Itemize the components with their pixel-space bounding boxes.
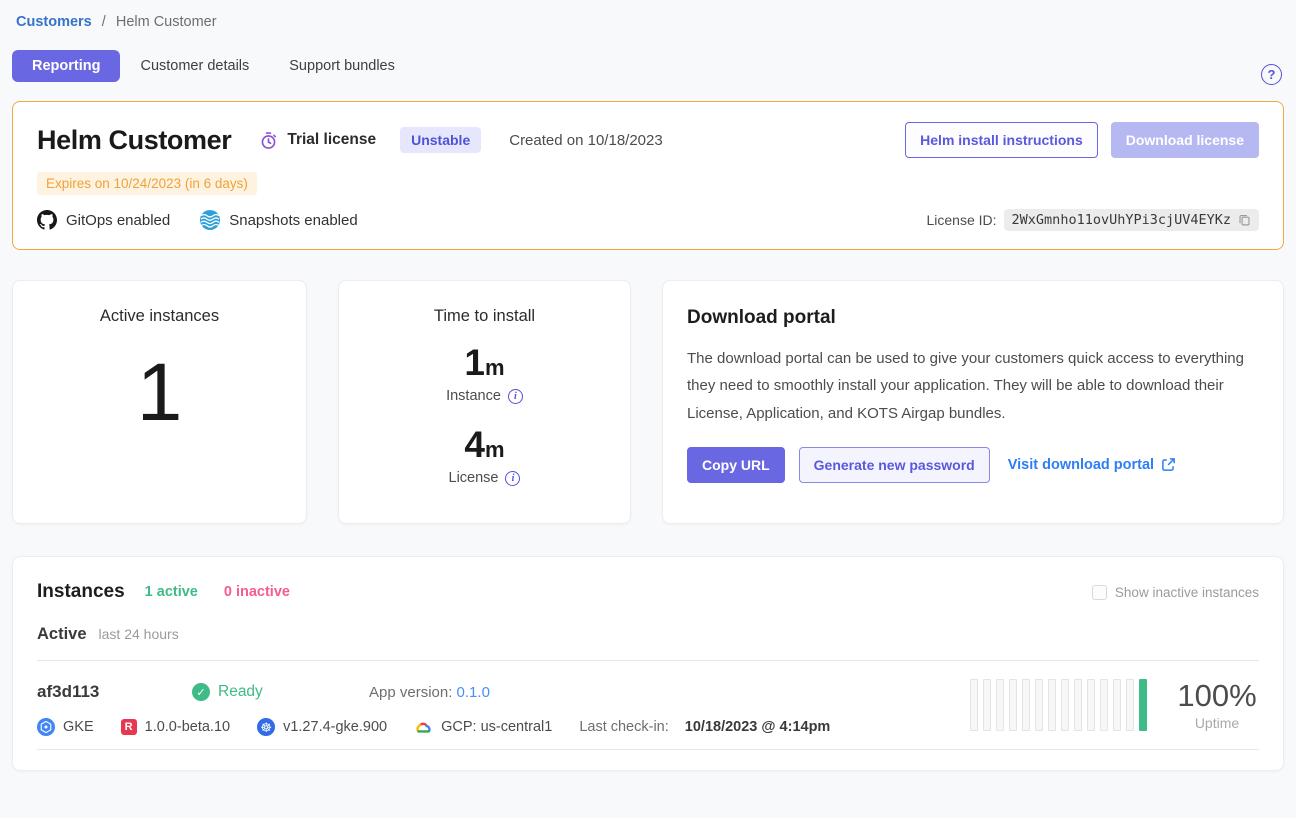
uptime-bar [1126,679,1134,731]
gcp-icon [414,720,433,735]
active-instances-title: Active instances [13,307,306,326]
breadcrumb-current: Helm Customer [116,14,217,30]
copy-icon[interactable] [1238,213,1251,227]
gitops-label: GitOps enabled [66,212,170,229]
time-to-install-card: Time to install 1m Instance i 4m License… [338,280,631,524]
uptime-bar [983,679,991,731]
uptime-bar [970,679,978,731]
snapshots-label: Snapshots enabled [229,212,357,229]
download-portal-card: Download portal The download portal can … [662,280,1284,524]
instance-id: af3d113 [37,682,192,702]
uptime-bar [1035,679,1043,731]
active-instances-card: Active instances 1 [12,280,307,524]
uptime-bar [1139,679,1147,731]
expires-badge: Expires on 10/24/2023 (in 6 days) [37,172,257,195]
trial-timer-icon [259,131,278,150]
instances-title: Instances [37,581,125,603]
kubernetes-version: ☸ v1.27.4-gke.900 [257,718,387,736]
kubernetes-icon: ☸ [257,718,275,736]
inactive-count: 0 inactive [224,584,290,600]
download-portal-description: The download portal can be used to give … [687,345,1259,427]
app-version-link[interactable]: 0.1.0 [457,684,490,701]
license-install-label: License [449,470,499,486]
uptime-chart [970,679,1147,731]
active-instances-value: 1 [13,352,306,434]
uptime-label: Uptime [1175,715,1259,731]
active-count: 1 active [145,584,198,600]
visit-download-portal-link[interactable]: Visit download portal [1008,457,1176,473]
replicated-icon: R [121,719,137,735]
uptime-bar [1061,679,1069,731]
uptime-bar [996,679,1004,731]
breadcrumb-customers-link[interactable]: Customers [16,14,92,30]
gitops-feature: GitOps enabled [37,210,170,230]
active-section-sublabel: last 24 hours [99,626,179,642]
status-label: Ready [218,683,263,701]
active-section-label: Active [37,625,87,644]
license-id-label: License ID: [927,212,997,228]
license-id-value: 2WxGmnho11ovUhYPi3cjUV4EYKz [1012,212,1231,228]
time-to-install-title: Time to install [339,307,630,326]
uptime-bar [1074,679,1082,731]
status-badge: ✓ Ready [192,683,317,701]
license-type: Trial license [259,131,376,150]
uptime-value: 100% [1175,679,1259,713]
license-type-label: Trial license [287,131,376,149]
github-icon [37,210,57,230]
download-portal-title: Download portal [687,307,1259,329]
instances-card: Instances 1 active 0 inactive Show inact… [12,556,1284,771]
check-circle-icon: ✓ [192,683,210,701]
created-on-label: Created on 10/18/2023 [509,132,662,149]
channel-badge: Unstable [400,127,481,153]
copy-url-button[interactable]: Copy URL [687,447,785,483]
gke-icon [37,718,55,736]
helm-install-instructions-button[interactable]: Helm install instructions [905,122,1098,158]
uptime-bar [1087,679,1095,731]
license-install-time: 4m [339,426,630,463]
generate-password-button[interactable]: Generate new password [799,447,990,483]
replicated-version: R 1.0.0-beta.10 [121,719,230,735]
instance-install-time: 1m [339,344,630,381]
uptime-bar [1048,679,1056,731]
customer-card: Helm Customer Trial license Unstable Cre… [12,101,1284,250]
show-inactive-label: Show inactive instances [1115,585,1259,600]
distribution: GKE [37,718,94,736]
uptime-bar [1100,679,1108,731]
instance-info-icon[interactable]: i [508,389,523,404]
snapshots-feature: Snapshots enabled [200,210,357,230]
app-version: App version: 0.1.0 [369,684,490,701]
uptime-bar [1022,679,1030,731]
license-info-icon[interactable]: i [505,471,520,486]
tab-reporting[interactable]: Reporting [12,50,120,82]
last-checkin: Last check-in: 10/18/2023 @ 4:14pm [579,719,830,735]
uptime-bar [1113,679,1121,731]
instance-row[interactable]: af3d113 ✓ Ready App version: 0.1.0 GKE [13,661,1283,749]
external-link-icon [1161,457,1176,472]
page-title: Helm Customer [37,125,231,156]
breadcrumb: Customers / Helm Customer [12,0,1284,30]
divider [37,749,1259,750]
snapshots-icon [200,210,220,230]
tab-customer-details[interactable]: Customer details [120,50,269,82]
tab-bar: Reporting Customer details Support bundl… [12,50,1284,82]
uptime-bar [1009,679,1017,731]
breadcrumb-separator: / [102,14,106,30]
license-id: License ID: 2WxGmnho11ovUhYPi3cjUV4EYKz [927,209,1260,231]
tab-support-bundles[interactable]: Support bundles [269,50,415,82]
show-inactive-checkbox[interactable] [1092,585,1107,600]
cloud-region: GCP: us-central1 [414,719,552,735]
help-icon[interactable]: ? [1261,64,1282,85]
instance-install-label: Instance [446,388,501,404]
download-license-button[interactable]: Download license [1111,122,1259,158]
